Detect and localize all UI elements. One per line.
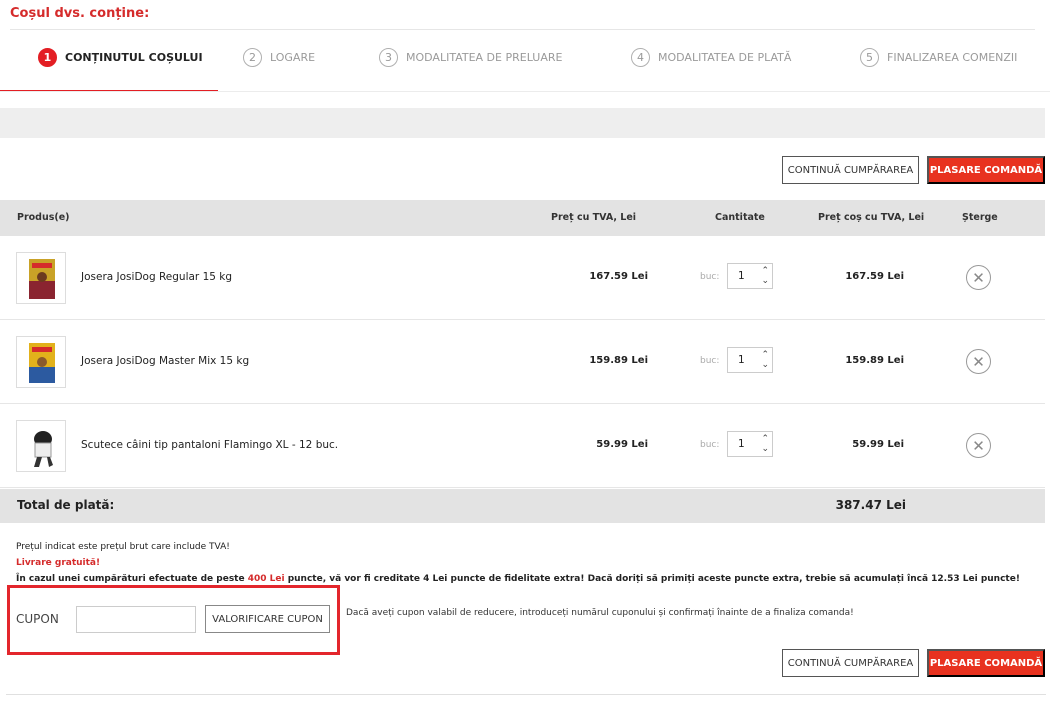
step-number: 4 <box>631 48 650 67</box>
continue-shopping-button[interactable]: CONTINUĂ CUMPĂRAREA <box>782 156 919 184</box>
unit-label: buc: <box>700 356 720 366</box>
remove-item-icon[interactable]: ✕ <box>966 349 991 374</box>
line-total: 59.99 Lei <box>852 439 904 450</box>
total-value: 387.47 Lei <box>835 498 906 512</box>
unit-price: 167.59 Lei <box>589 271 648 282</box>
quantity-value: 1 <box>738 438 745 450</box>
step-cart-contents[interactable]: 1 CONȚINUTUL COȘULUI <box>38 48 203 67</box>
step-number: 5 <box>860 48 879 67</box>
quantity-value: 1 <box>738 270 745 282</box>
header-price: Preț cu TVA, Lei <box>551 212 637 223</box>
step-label: MODALITATEA DE PRELUARE <box>406 51 563 64</box>
place-order-button-bottom[interactable]: PLASARE COMANDĂ <box>927 649 1045 677</box>
quantity-stepper[interactable]: 1 ⌃ ⌄ <box>727 347 773 373</box>
unit-label: buc: <box>700 272 720 282</box>
unit-price: 159.89 Lei <box>589 355 648 366</box>
step-number: 1 <box>38 48 57 67</box>
total-label: Total de plată: <box>17 498 115 512</box>
header-product: Produs(e) <box>17 212 70 223</box>
line-total: 159.89 Lei <box>845 355 904 366</box>
coupon-hint: Dacă aveți cupon valabil de reducere, in… <box>346 608 854 618</box>
step-login[interactable]: 2 LOGARE <box>243 48 315 67</box>
step-label: MODALITATEA DE PLATĂ <box>658 51 792 64</box>
remove-item-icon[interactable]: ✕ <box>966 433 991 458</box>
stepper-arrows-icon[interactable]: ⌃ ⌄ <box>761 266 769 286</box>
vat-note: Prețul indicat este prețul brut care inc… <box>16 542 230 552</box>
product-name-link[interactable]: Josera JosiDog Master Mix 15 kg <box>81 355 249 367</box>
quantity-stepper[interactable]: 1 ⌃ ⌄ <box>727 263 773 289</box>
remove-item-icon[interactable]: ✕ <box>966 265 991 290</box>
product-thumbnail[interactable] <box>16 252 66 304</box>
points-text-start: În cazul unei cumpărături efectuate de p… <box>16 574 248 584</box>
line-total: 167.59 Lei <box>845 271 904 282</box>
page-title: Coșul dvs. conține: <box>10 6 150 21</box>
points-threshold: 400 Lei <box>247 574 285 584</box>
continue-shopping-button-bottom[interactable]: CONTINUĂ CUMPĂRAREA <box>782 649 919 677</box>
product-thumbnail[interactable] <box>16 336 66 388</box>
product-name-link[interactable]: Scutece câini tip pantaloni Flamingo XL … <box>81 439 338 451</box>
unit-price: 59.99 Lei <box>596 439 648 450</box>
table-row: Josera JosiDog Master Mix 15 kg 159.89 L… <box>0 320 1045 404</box>
free-delivery-note: Livrare gratuită! <box>16 558 101 568</box>
step-label: LOGARE <box>270 51 316 64</box>
title-divider <box>10 29 1035 30</box>
unit-label: buc: <box>700 440 720 450</box>
product-thumbnail[interactable] <box>16 420 66 472</box>
steps-divider <box>0 91 1050 92</box>
header-delete: Șterge <box>962 212 998 223</box>
cart-table-header: Produs(e) Preț cu TVA, Lei Cantitate Pre… <box>0 200 1045 236</box>
stepper-arrows-icon[interactable]: ⌃ ⌄ <box>761 434 769 454</box>
quantity-value: 1 <box>738 354 745 366</box>
total-bar: Total de plată: 387.47 Lei <box>0 489 1045 523</box>
step-number: 2 <box>243 48 262 67</box>
coupon-label: CUPON <box>16 612 59 626</box>
quantity-stepper[interactable]: 1 ⌃ ⌄ <box>727 431 773 457</box>
step-label: FINALIZAREA COMENZII <box>887 51 1018 64</box>
points-text-end: puncte, vă vor fi creditate 4 Lei puncte… <box>284 574 1020 584</box>
table-row: Josera JosiDog Regular 15 kg 167.59 Lei … <box>0 236 1045 320</box>
step-label: CONȚINUTUL COȘULUI <box>65 51 203 64</box>
step-number: 3 <box>379 48 398 67</box>
info-bar <box>0 108 1045 138</box>
header-cart-price: Preț coș cu TVA, Lei <box>818 212 925 223</box>
bottom-divider <box>6 694 1046 695</box>
dog-food-bag-icon <box>29 259 55 299</box>
header-quantity: Cantitate <box>715 212 765 223</box>
product-name-link[interactable]: Josera JosiDog Regular 15 kg <box>81 271 232 283</box>
table-row: Scutece câini tip pantaloni Flamingo XL … <box>0 404 1045 488</box>
checkout-steps: 1 CONȚINUTUL COȘULUI 2 LOGARE 3 MODALITA… <box>0 40 1050 92</box>
coupon-input[interactable] <box>76 606 196 633</box>
stepper-arrows-icon[interactable]: ⌃ ⌄ <box>761 350 769 370</box>
validate-coupon-button[interactable]: VALORIFICARE CUPON <box>205 605 330 633</box>
step-finalize-order[interactable]: 5 FINALIZAREA COMENZII <box>860 48 1017 67</box>
dog-diaper-icon <box>34 431 53 467</box>
step-delivery-method[interactable]: 3 MODALITATEA DE PRELUARE <box>379 48 562 67</box>
place-order-button[interactable]: PLASARE COMANDĂ <box>927 156 1045 184</box>
loyalty-points-note: În cazul unei cumpărături efectuate de p… <box>16 574 1020 584</box>
step-payment-method[interactable]: 4 MODALITATEA DE PLATĂ <box>631 48 791 67</box>
dog-food-bag-icon <box>29 343 55 383</box>
